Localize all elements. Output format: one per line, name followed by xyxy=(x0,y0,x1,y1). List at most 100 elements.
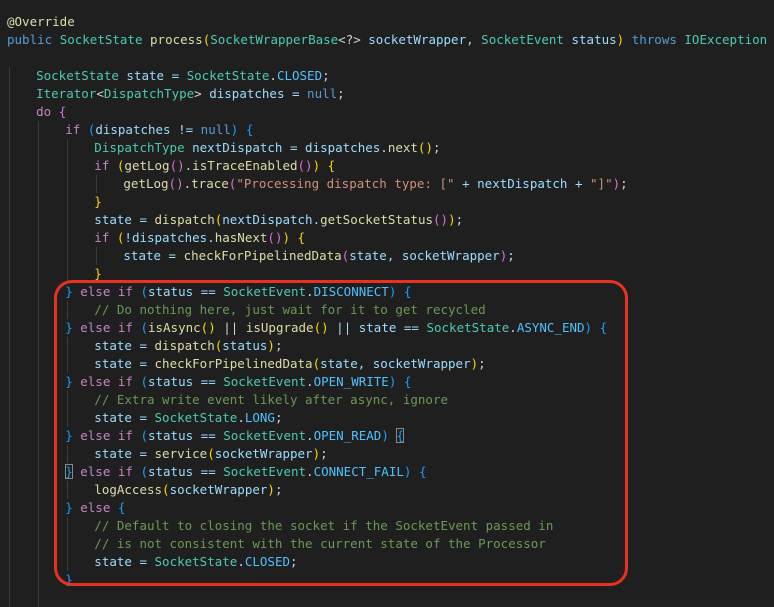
code-token: else if xyxy=(72,374,141,389)
code-token: "Processing dispatch type: [" xyxy=(236,176,455,191)
code-line[interactable]: // is not consistent with the current st… xyxy=(0,535,774,553)
code-token: || xyxy=(215,320,246,335)
code-line[interactable]: logAccess(socketWrapper); xyxy=(0,481,774,499)
code-token: dispatches != xyxy=(95,122,201,137)
code-token: > xyxy=(194,86,202,101)
code-token: socketWrapper xyxy=(169,482,268,497)
code-token: status == xyxy=(147,374,224,389)
code-line-text: logAccess(socketWrapper); xyxy=(94,481,282,499)
code-line[interactable]: } else if (isAsync() || isUpgrade() || s… xyxy=(0,319,774,337)
code-line[interactable]: // Do nothing here, just wait for it to … xyxy=(0,301,774,319)
code-line[interactable]: @Override xyxy=(0,13,774,31)
code-token: state = xyxy=(118,68,187,83)
code-token: { xyxy=(418,464,427,479)
code-line[interactable]: // Extra write event likely after async,… xyxy=(0,391,774,409)
code-token: state = xyxy=(123,248,184,263)
code-line[interactable]: state = SocketState.CLOSED; xyxy=(0,553,774,571)
code-line[interactable]: state = checkForPipelinedData(state, soc… xyxy=(0,247,774,265)
code-line[interactable]: state = dispatch(nextDispatch.getSocketS… xyxy=(0,211,774,229)
code-line-text: } else if (isAsync() || isUpgrade() || s… xyxy=(65,319,607,337)
code-line[interactable]: } else { xyxy=(0,499,774,517)
code-token: next xyxy=(387,140,418,155)
code-token: } xyxy=(65,320,73,335)
code-token: checkForPipelinedData xyxy=(183,248,342,263)
code-token: OPEN_WRITE xyxy=(313,374,389,389)
code-token: . xyxy=(237,410,245,425)
code-line[interactable]: Iterator<DispatchType> dispatches = null… xyxy=(0,85,774,103)
code-token: < xyxy=(96,86,104,101)
code-line[interactable]: public SocketState process(SocketWrapper… xyxy=(0,31,774,49)
code-token: ; xyxy=(432,140,441,155)
code-line[interactable]: } xyxy=(0,265,774,283)
code-line[interactable]: } else if (status == SocketEvent.CONNECT… xyxy=(0,463,774,481)
code-line[interactable] xyxy=(0,49,774,67)
code-token: () xyxy=(267,230,283,245)
code-line-text: getLog().trace("Processing dispatch type… xyxy=(123,175,627,193)
code-token: ; xyxy=(322,68,330,83)
code-token: } xyxy=(65,500,73,515)
code-token: trace xyxy=(191,176,229,191)
code-line[interactable]: } else if (status == SocketEvent.OPEN_RE… xyxy=(0,427,774,445)
code-token: ( xyxy=(140,464,148,479)
code-token: socketWrapper, xyxy=(360,32,482,47)
code-token: dispatch xyxy=(154,338,215,353)
code-token: { xyxy=(599,320,608,335)
code-token: "]" xyxy=(590,176,613,191)
code-token: } xyxy=(94,266,102,281)
code-line[interactable]: state = checkForPipelinedData(state, soc… xyxy=(0,355,774,373)
code-token: SocketWrapperBase xyxy=(210,32,339,47)
code-line[interactable]: if (dispatches != null) { xyxy=(0,121,774,139)
code-line[interactable]: state = SocketState.LONG; xyxy=(0,409,774,427)
code-token: ) xyxy=(267,482,275,497)
code-token: Iterator xyxy=(36,86,97,101)
code-token: ( xyxy=(140,428,148,443)
code-token: nextDispatch = dispatches. xyxy=(184,140,388,155)
code-token: else if xyxy=(72,428,141,443)
code-line[interactable]: getLog().trace("Processing dispatch type… xyxy=(0,175,774,193)
code-token: DispatchType xyxy=(103,86,195,101)
code-line[interactable]: } else if (status == SocketEvent.DISCONN… xyxy=(0,283,774,301)
code-token: . xyxy=(306,428,314,443)
code-token: { xyxy=(327,158,336,173)
code-token: { xyxy=(58,104,67,119)
code-line[interactable]: SocketState state = SocketState.CLOSED; xyxy=(0,67,774,85)
code-token: isUpgrade xyxy=(245,320,314,335)
code-line[interactable]: if (!dispatches.hasNext()) { xyxy=(0,229,774,247)
code-token: SocketState xyxy=(426,320,510,335)
code-line-text: Iterator<DispatchType> dispatches = null… xyxy=(36,85,345,103)
code-line[interactable]: state = service(socketWrapper); xyxy=(0,445,774,463)
code-token: OPEN_READ xyxy=(313,428,382,443)
code-token: ; xyxy=(507,248,515,263)
code-token: . xyxy=(509,320,517,335)
code-token: status == xyxy=(147,464,224,479)
code-line[interactable]: state = dispatch(status); xyxy=(0,337,774,355)
code-line[interactable]: do { xyxy=(0,103,774,121)
code-line[interactable]: } xyxy=(0,571,774,589)
code-token: () xyxy=(168,176,184,191)
code-token: SocketState xyxy=(154,554,238,569)
code-token: . xyxy=(306,284,314,299)
code-line[interactable]: if (getLog().isTraceEnabled()) { xyxy=(0,157,774,175)
code-editor[interactable]: @Override public SocketState process(Sock… xyxy=(0,0,774,607)
code-token: ; xyxy=(290,554,298,569)
code-line[interactable]: } else if (status == SocketEvent.OPEN_WR… xyxy=(0,373,774,391)
code-line-text: state = checkForPipelinedData(state, soc… xyxy=(94,355,485,373)
code-line[interactable]: DispatchType nextDispatch = dispatches.n… xyxy=(0,139,774,157)
code-token: () xyxy=(200,320,216,335)
code-token: <?> xyxy=(338,32,361,47)
code-token: @Override xyxy=(7,14,75,29)
code-line[interactable]: } xyxy=(0,193,774,211)
code-token: null xyxy=(200,122,231,137)
code-line[interactable] xyxy=(0,589,774,607)
code-token: state = xyxy=(94,338,155,353)
code-line-text: if (dispatches != null) { xyxy=(65,121,253,139)
code-token: { xyxy=(245,122,254,137)
code-line-text: public SocketState process(SocketWrapper… xyxy=(7,31,774,49)
code-line[interactable]: // Default to closing the socket if the … xyxy=(0,517,774,535)
code-token: { xyxy=(403,284,412,299)
code-token: () xyxy=(433,212,449,227)
code-token: () xyxy=(417,140,433,155)
code-token: // Do nothing here, just wait for it to … xyxy=(94,302,486,317)
